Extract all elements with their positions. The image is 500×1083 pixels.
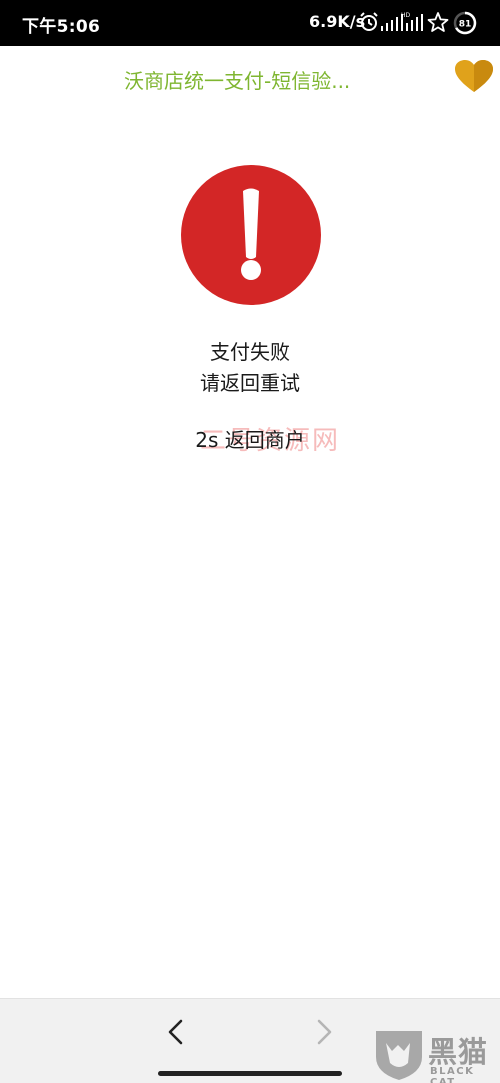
svg-text:HD: HD — [401, 12, 411, 19]
home-indicator[interactable] — [158, 1071, 342, 1076]
exclamation-circle-icon — [181, 165, 321, 305]
status-bar: 下午5:06 6.9K/s HD 81 — [0, 0, 500, 46]
countdown-seconds: 2s — [195, 428, 219, 452]
chevron-left-icon[interactable] — [162, 1017, 190, 1047]
return-label: 返回商户 — [224, 428, 305, 452]
title-bar: 沃商店统一支付-短信验... — [0, 46, 500, 108]
network-speed: 6.9K/s — [309, 12, 366, 31]
chevron-right-icon[interactable] — [310, 1017, 338, 1047]
heart-icon[interactable] — [455, 60, 493, 94]
error-title: 支付失败 — [210, 340, 290, 364]
black-cat-logo-icon — [376, 1031, 422, 1080]
alarm-icon — [360, 12, 378, 31]
battery-icon: 81 — [453, 11, 477, 35]
bottom-nav-bar: 黑猫 BLACK CAT — [0, 998, 500, 1083]
return-to-merchant-link[interactable]: 2s 返回商户 — [0, 424, 500, 453]
page-title: 沃商店统一支付-短信验... — [124, 69, 351, 93]
brand-logo-text: 黑猫 — [428, 1035, 489, 1069]
signal-icon — [381, 14, 403, 31]
screen: 下午5:06 6.9K/s HD 81 沃商店统一支付-短信验... 支付失败 … — [0, 0, 500, 1083]
star-icon — [427, 12, 449, 32]
error-hint: 请返回重试 — [200, 371, 300, 395]
status-time: 下午5:06 — [22, 17, 101, 37]
signal-hd-icon: HD — [401, 12, 423, 31]
svg-text:81: 81 — [459, 20, 472, 30]
brand-subtitle: BLACK CAT — [430, 1066, 475, 1083]
